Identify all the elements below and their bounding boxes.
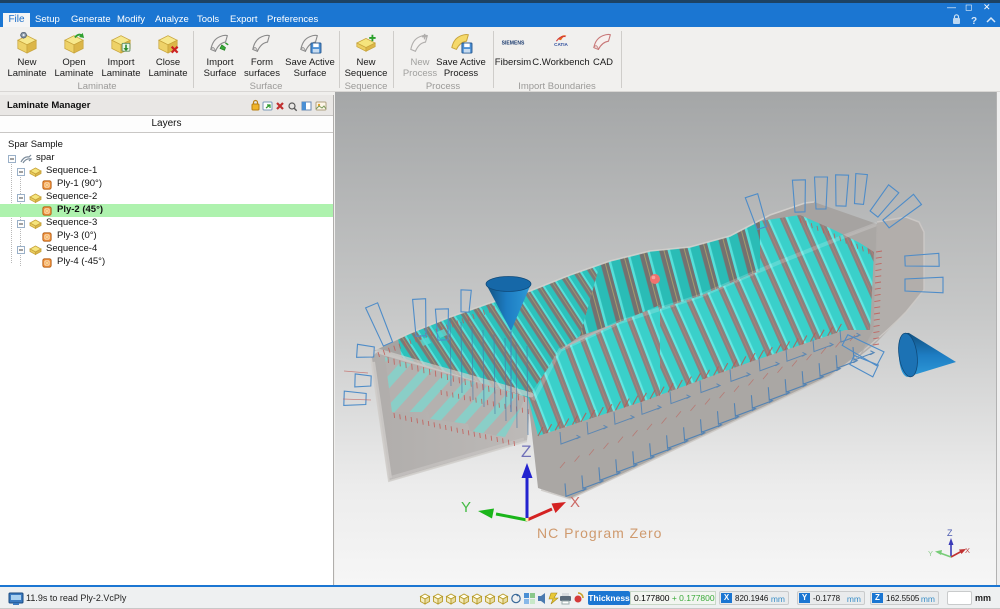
svg-text:X: X — [570, 494, 580, 511]
svg-text:Z: Z — [947, 528, 953, 538]
svg-text:Y: Y — [928, 549, 933, 558]
svg-text:Y: Y — [461, 499, 471, 516]
svg-text:SIEMENS: SIEMENS — [502, 40, 525, 46]
svg-text:?: ? — [971, 16, 977, 26]
svg-text:NC Program Zero: NC Program Zero — [537, 525, 662, 541]
svg-text:CATIA: CATIA — [554, 42, 568, 47]
svg-text:Z: Z — [521, 442, 531, 461]
svg-text:X: X — [965, 546, 970, 555]
